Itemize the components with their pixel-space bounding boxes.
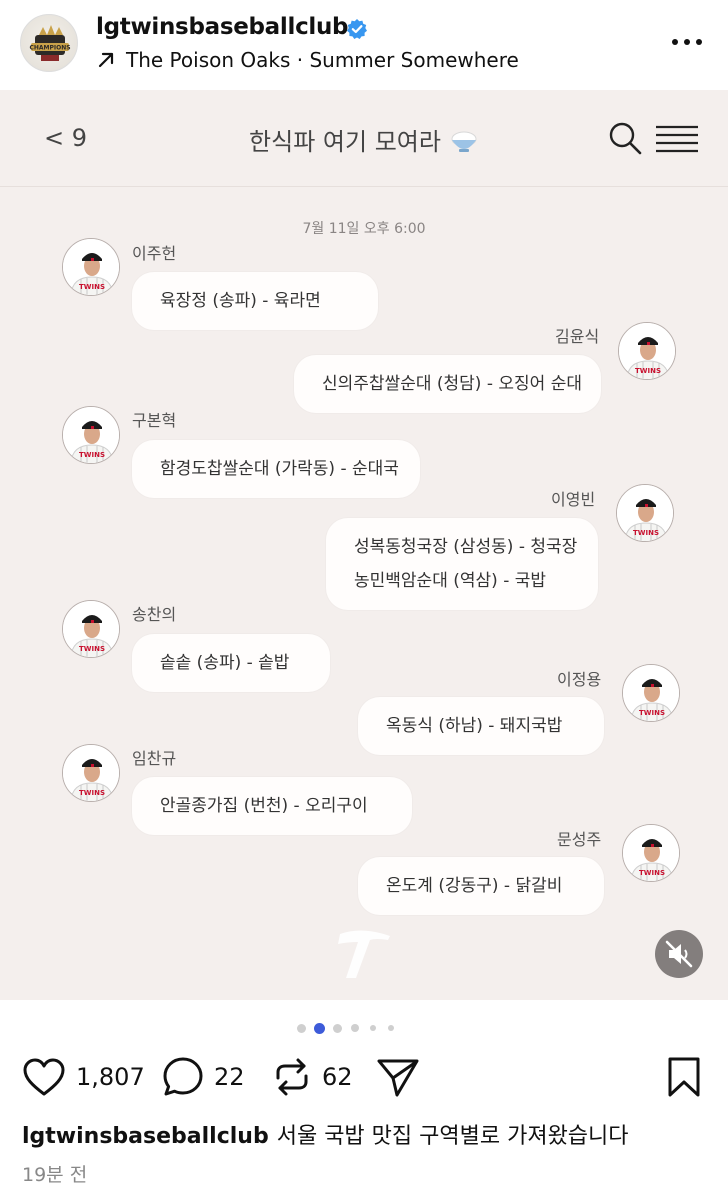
chat-search-icon <box>609 122 642 155</box>
player-avatar: TWINS <box>62 238 120 296</box>
player-avatar: TWINS <box>62 600 120 658</box>
player-photo-icon: TWINS <box>63 745 119 801</box>
music-row[interactable]: The Poison Oaks · Summer Somewhere <box>96 48 519 72</box>
chat-menu-icon <box>656 125 698 153</box>
jersey-text: TWINS <box>635 367 661 375</box>
more-options-icon[interactable] <box>670 30 704 54</box>
heart-icon <box>23 1058 65 1096</box>
sender-name: 구본혁 <box>132 411 177 430</box>
sender-name: 김윤식 <box>555 327 600 346</box>
save-button[interactable] <box>666 1052 702 1102</box>
jersey-text: TWINS <box>79 283 105 291</box>
chat-date: 7월 11일 오후 6:00 <box>302 221 426 237</box>
player-photo-icon: TWINS <box>619 323 675 379</box>
like-count: 1,807 <box>76 1063 145 1091</box>
sender-name: 이영빈 <box>551 490 596 509</box>
carousel-dot <box>332 1023 342 1033</box>
send-icon <box>377 1059 419 1097</box>
post-media[interactable]: < 9 한식파 여기 모여라 7월 11일 오후 6:00 TWINS 이주헌육장… <box>0 90 728 1000</box>
message-bubble: 안골종가집 (번천) - 오리구이 <box>132 777 412 835</box>
message-bubble: 신의주찹쌀순대 (청담) - 오징어 순대 <box>294 355 601 413</box>
carousel-dot-active <box>313 1022 325 1034</box>
player-avatar: TWINS <box>62 744 120 802</box>
player-photo-icon: TWINS <box>63 407 119 463</box>
share-button[interactable] <box>376 1052 420 1102</box>
post-caption: lgtwinsbaseballclub 서울 국밥 맛집 구역별로 가져왔습니다 <box>22 1118 629 1150</box>
post-username[interactable]: lgtwinsbaseballclub <box>96 14 349 40</box>
avatar-badge-text: CHAMPIONS <box>29 45 70 52</box>
player-avatar: TWINS <box>622 664 680 722</box>
champions-logo-icon: CHAMPIONS <box>29 25 71 61</box>
speaker-muted-icon <box>665 940 693 968</box>
mute-button[interactable] <box>655 930 703 978</box>
message-text: 신의주찹쌀순대 (청담) - 오징어 순대 <box>322 374 582 394</box>
player-photo-icon: TWINS <box>623 825 679 881</box>
sender-name: 이주헌 <box>132 244 177 263</box>
carousel-dot <box>370 1025 376 1031</box>
player-photo-icon: TWINS <box>623 665 679 721</box>
twins-watermark-icon <box>338 930 390 978</box>
message-bubble: 육장정 (송파) - 육라면 <box>132 272 378 330</box>
player-photo-icon: TWINS <box>63 601 119 657</box>
carousel-dots <box>0 1021 728 1035</box>
comment-bubble-icon <box>163 1057 203 1096</box>
jersey-text: TWINS <box>79 451 105 459</box>
action-bar: 1,807 22 62 <box>0 1052 728 1104</box>
jersey-text: TWINS <box>79 645 105 653</box>
repost-button[interactable]: 62 <box>272 1052 353 1102</box>
sender-name: 이정용 <box>557 670 602 689</box>
message-text: 온도계 (강동구) - 닭갈비 <box>386 876 563 896</box>
arrow-up-right-icon <box>98 52 114 68</box>
rice-bowl-icon <box>451 131 477 152</box>
player-avatar: TWINS <box>616 484 674 542</box>
chat-topbar: < 9 한식파 여기 모여라 <box>0 90 728 187</box>
profile-avatar[interactable]: CHAMPIONS <box>20 14 78 72</box>
message-text: 안골종가집 (번천) - 오리구이 <box>160 796 368 816</box>
like-button[interactable]: 1,807 <box>22 1052 145 1102</box>
message-bubble: 함경도찹쌀순대 (가락동) - 순대국 <box>132 440 420 498</box>
message-bubble: 솥솥 (송파) - 솥밥 <box>132 634 330 692</box>
carousel-dot <box>351 1024 359 1032</box>
caption-username[interactable]: lgtwinsbaseballclub <box>22 1124 269 1149</box>
sender-name: 문성주 <box>557 830 602 849</box>
verified-badge-icon <box>347 19 367 39</box>
repost-icon <box>276 1058 308 1096</box>
player-avatar: TWINS <box>62 406 120 464</box>
comment-button[interactable]: 22 <box>162 1052 245 1102</box>
player-photo-icon: TWINS <box>63 239 119 295</box>
message-bubble: 온도계 (강동구) - 닭갈비 <box>358 857 604 915</box>
message-text: 성복동청국장 (삼성동) - 청국장 <box>354 537 578 557</box>
jersey-text: TWINS <box>639 709 665 717</box>
jersey-text: TWINS <box>639 869 665 877</box>
message-bubble: 옥동식 (하남) - 돼지국밥 <box>358 697 604 755</box>
bookmark-icon <box>668 1057 700 1097</box>
sender-name: 송찬의 <box>132 605 177 624</box>
player-avatar: TWINS <box>622 824 680 882</box>
player-photo-icon: TWINS <box>617 485 673 541</box>
jersey-text: TWINS <box>633 529 659 537</box>
sender-name: 임찬규 <box>132 749 177 768</box>
message-text: 함경도찹쌀순대 (가락동) - 순대국 <box>160 459 399 479</box>
carousel-dot <box>296 1023 306 1033</box>
message-text: 솥솥 (송파) - 솥밥 <box>160 653 290 673</box>
message-text: 옥동식 (하남) - 돼지국밥 <box>386 716 563 736</box>
message-text: 육장정 (송파) - 육라면 <box>160 291 321 311</box>
post-header: CHAMPIONS lgtwinsbaseballclub The Poison… <box>0 0 728 88</box>
message-text: 농민백암순대 (역삼) - 국밥 <box>354 571 547 591</box>
music-label: The Poison Oaks · Summer Somewhere <box>126 48 519 72</box>
comment-count: 22 <box>214 1063 245 1091</box>
jersey-text: TWINS <box>79 789 105 797</box>
chat-room-title-text: 한식파 여기 모여라 <box>249 128 441 156</box>
player-avatar: TWINS <box>618 322 676 380</box>
repost-count: 62 <box>322 1063 353 1091</box>
post-timestamp: 19분 전 <box>22 1164 88 1186</box>
message-bubble: 성복동청국장 (삼성동) - 청국장농민백암순대 (역삼) - 국밥 <box>326 518 598 610</box>
caption-text: 서울 국밥 맛집 구역별로 가져왔습니다 <box>276 1124 629 1149</box>
carousel-dot <box>388 1025 394 1031</box>
